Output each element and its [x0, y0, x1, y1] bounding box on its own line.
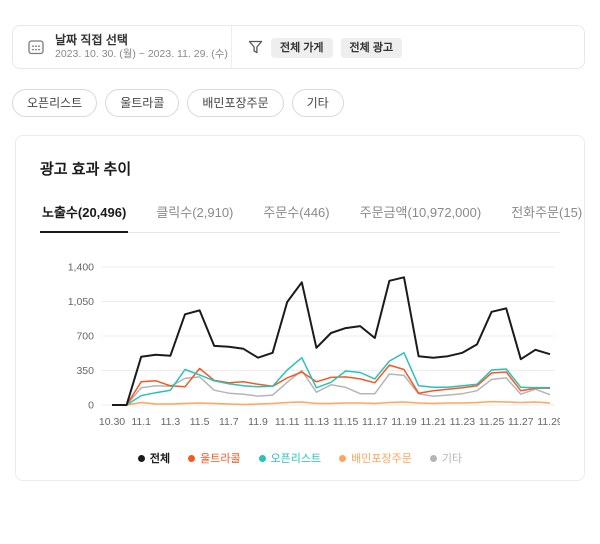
legend-item[interactable]: 전체: [137, 450, 171, 466]
metric-tab[interactable]: 주문금액(10,972,000): [358, 194, 484, 233]
legend-label: 기타: [441, 453, 463, 465]
x-axis-tick: 11.1: [131, 416, 151, 428]
y-axis-tick: 1,050: [68, 296, 94, 308]
x-axis-tick: 11.11: [275, 416, 300, 428]
filter-badge: 전체 가게: [271, 38, 333, 58]
x-axis-tick: 11.25: [479, 416, 505, 428]
trend-chart: 0 350 700 1,050 1,400 10.30 11.1 11.3 11.5 11.7 11…: [40, 257, 563, 440]
metric-tab[interactable]: 노출수(20,496): [40, 194, 129, 233]
x-axis-tick: 10.30: [99, 416, 125, 428]
filter-badge: 전체 광고: [340, 38, 403, 58]
date-range-value: 2023. 10. 30. (월) ~ 2023. 11. 29. (수): [55, 48, 228, 60]
x-axis-tick: 11.5: [190, 416, 210, 428]
metric-tab[interactable]: 주문수(446): [261, 194, 331, 233]
x-axis-tick: 11.13: [304, 416, 330, 428]
y-axis-tick: 350: [76, 365, 94, 377]
filter-badges: 전체 가게 전체 광고: [271, 38, 410, 58]
filter-funnel-icon: [248, 40, 263, 55]
y-axis-tick: 0: [88, 400, 94, 412]
ad-type-chip[interactable]: 울트라콜: [105, 89, 180, 117]
chart-series-line: [112, 400, 551, 406]
x-axis-tick: 11.3: [161, 416, 181, 428]
ad-effect-card: 광고 효과 추이 노출수(20,496) 클릭수(2,910) 주문수(446) 주문…: [15, 135, 585, 481]
x-axis-tick: 11.19: [391, 416, 417, 428]
legend-dot-icon: [429, 454, 437, 462]
ad-type-chip[interactable]: 오픈리스트: [12, 89, 98, 117]
legend-dot-icon: [188, 454, 196, 462]
x-axis-tick: 11.27: [508, 416, 534, 428]
legend-dot-icon: [137, 454, 145, 462]
legend-item[interactable]: 기타: [429, 450, 463, 466]
x-axis-tick: 11.9: [248, 416, 268, 428]
legend-dot-icon: [258, 454, 266, 462]
trend-chart-svg: 0 350 700 1,050 1,400 10.30 11.1 11.3 11.5 11.7 11…: [68, 262, 563, 429]
date-range-selector[interactable]: 날짜 직접 선택 2023. 10. 30. (월) ~ 2023. 11. 2…: [13, 26, 231, 68]
x-axis-tick: 11.29: [537, 416, 560, 428]
ad-type-chip[interactable]: 배민포장주문: [187, 89, 284, 117]
ad-type-chip-row: 오픈리스트 울트라콜 배민포장주문 기타: [12, 89, 588, 117]
ad-type-chip[interactable]: 기타: [291, 89, 344, 117]
legend-label: 배민포장주문: [351, 453, 412, 465]
calendar-icon: [27, 38, 45, 56]
legend-dot-icon: [339, 454, 347, 462]
card-title: 광고 효과 추이: [40, 161, 132, 178]
x-axis-tick: 11.17: [362, 416, 388, 428]
legend-label: 오픈리스트: [270, 453, 322, 465]
legend-item[interactable]: 울트라콜: [188, 450, 241, 466]
filter-bar: 날짜 직접 선택 2023. 10. 30. (월) ~ 2023. 11. 2…: [12, 25, 585, 69]
x-axis-tick: 11.7: [219, 416, 239, 428]
filter-summary[interactable]: 전체 가게 전체 광고: [232, 26, 426, 68]
chart-legend: 전체 울트라콜 오픈리스트 배민포장주문 기타: [40, 450, 560, 466]
x-axis-tick: 11.15: [333, 416, 359, 428]
y-axis-tick: 1,400: [68, 262, 94, 274]
legend-item[interactable]: 오픈리스트: [258, 450, 322, 466]
legend-label: 울트라콜: [200, 453, 241, 465]
x-axis-tick: 11.21: [420, 416, 446, 428]
legend-label: 전체: [149, 453, 171, 465]
metric-tab[interactable]: 전화주문(15): [509, 194, 584, 233]
chart-series-line: [112, 369, 551, 406]
date-select-title: 날짜 직접 선택: [55, 33, 128, 47]
metric-tabs: 노출수(20,496) 클릭수(2,910) 주문수(446) 주문금액(10,972…: [40, 194, 582, 233]
metric-tab[interactable]: 클릭수(2,910): [154, 194, 235, 233]
legend-item[interactable]: 배민포장주문: [339, 450, 412, 466]
y-axis-tick: 700: [76, 331, 94, 343]
x-axis-tick: 11.23: [450, 416, 476, 428]
